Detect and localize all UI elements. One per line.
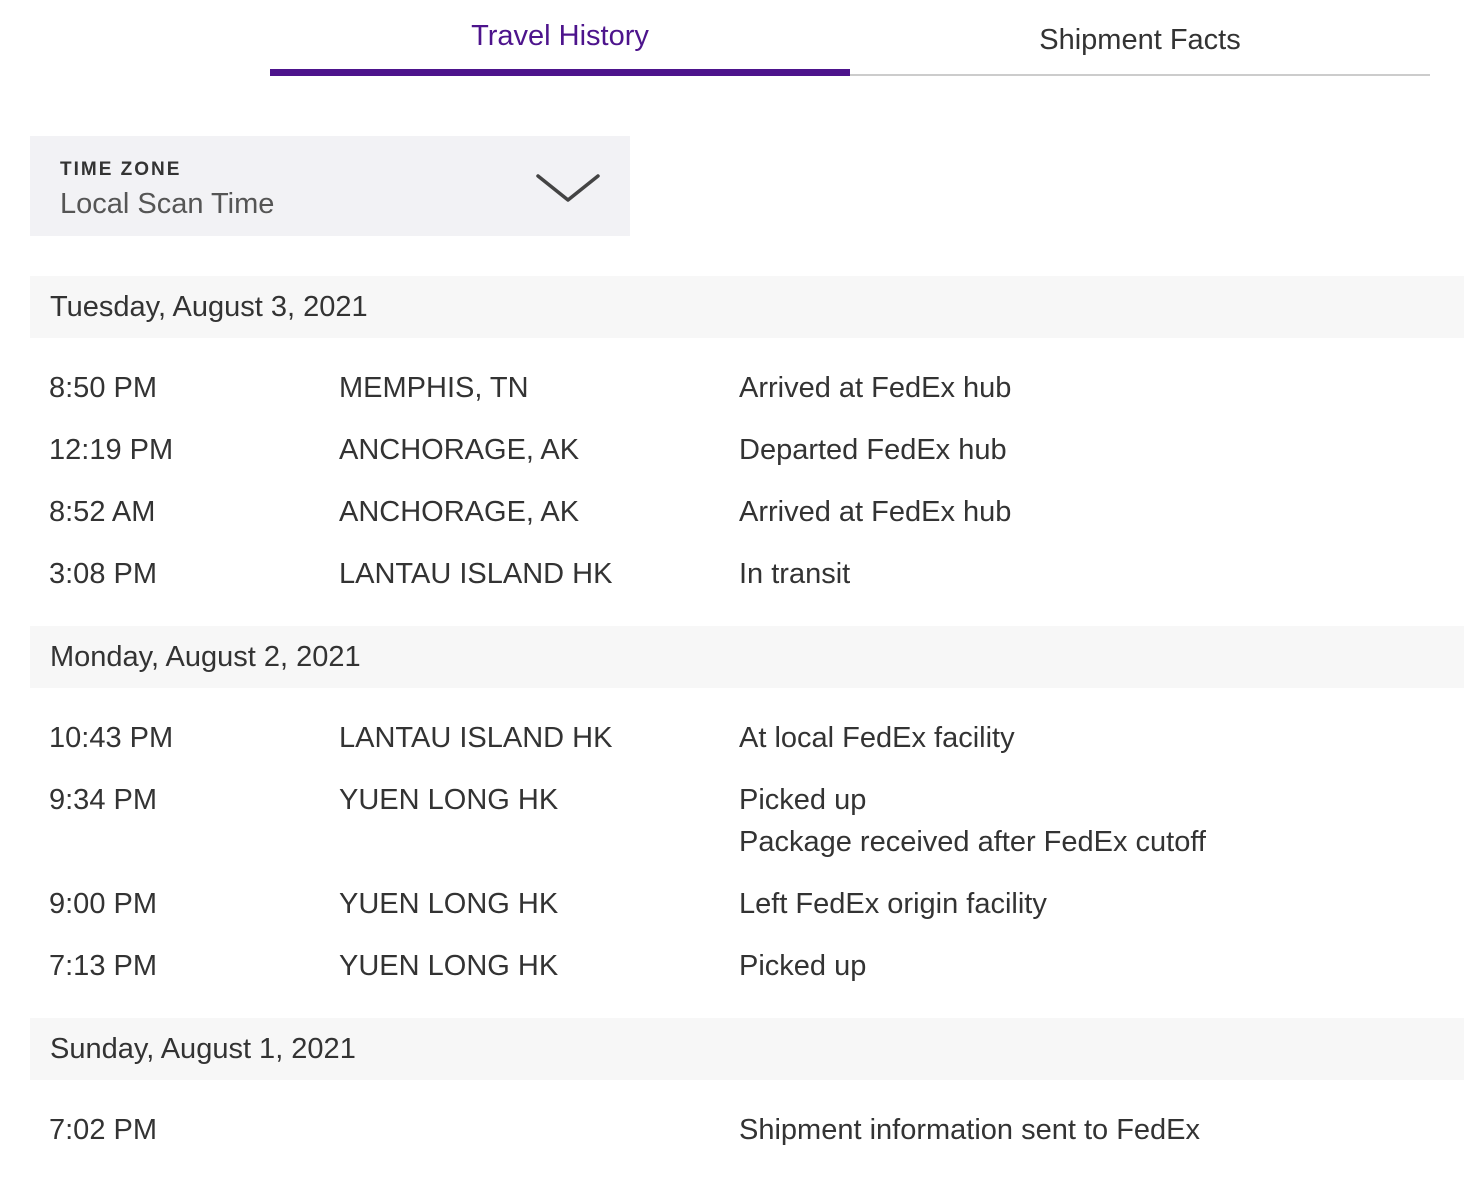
event-time: 9:34 PM — [49, 784, 157, 816]
event-status: Arrived at FedEx hub — [739, 491, 1011, 533]
tab-label: Travel History — [471, 20, 649, 52]
date-header: Tuesday, August 3, 2021 — [30, 276, 1464, 338]
event-location: YUEN LONG HK — [339, 888, 559, 920]
status-line: In transit — [739, 558, 851, 590]
time-zone-value: Local Scan Time — [60, 188, 275, 220]
status-line: Left FedEx origin facility — [739, 888, 1047, 920]
event-status: Picked up Package received after FedEx c… — [739, 779, 1206, 863]
event-time: 3:08 PM — [49, 558, 157, 590]
date-header: Monday, August 2, 2021 — [30, 626, 1464, 688]
chevron-down-icon[interactable] — [535, 172, 601, 206]
event-time: 10:43 PM — [49, 722, 174, 754]
tab-bar: Travel History Shipment Facts — [270, 0, 1430, 76]
event-time: 12:19 PM — [49, 434, 174, 466]
event-time: 8:50 PM — [49, 372, 157, 404]
status-line: Arrived at FedEx hub — [739, 372, 1012, 404]
tab-travel-history[interactable]: Travel History — [270, 0, 850, 76]
event-time: 9:00 PM — [49, 888, 157, 920]
status-line: Arrived at FedEx hub — [739, 496, 1012, 528]
status-line: Shipment information sent to FedEx — [739, 1114, 1201, 1146]
event-status: At local FedEx facility — [739, 717, 1015, 759]
status-line: Departed FedEx hub — [739, 434, 1007, 466]
status-line: Picked up — [739, 950, 867, 982]
status-line: At local FedEx facility — [739, 722, 1015, 754]
tab-shipment-facts[interactable]: Shipment Facts — [850, 0, 1430, 76]
status-line: Picked up — [739, 784, 867, 816]
event-status: Arrived at FedEx hub — [739, 367, 1011, 409]
event-location: YUEN LONG HK — [339, 784, 559, 816]
date-label: Sunday, August 1, 2021 — [50, 1032, 356, 1065]
event-status: Shipment information sent to FedEx — [739, 1109, 1200, 1151]
tab-label: Shipment Facts — [1039, 24, 1241, 56]
date-label: Monday, August 2, 2021 — [50, 640, 361, 673]
date-label: Tuesday, August 3, 2021 — [50, 290, 368, 323]
event-status: Left FedEx origin facility — [739, 883, 1047, 925]
time-zone-label: TIME ZONE — [60, 159, 182, 180]
status-detail-line: Package received after FedEx cutoff — [739, 826, 1206, 858]
time-zone-select[interactable]: TIME ZONE Local Scan Time — [30, 136, 630, 236]
travel-history-page: Travel History Shipment Facts TIME ZONE … — [0, 0, 1464, 1178]
event-status: In transit — [739, 553, 850, 595]
event-location: LANTAU ISLAND HK — [339, 558, 613, 590]
event-time: 7:13 PM — [49, 950, 157, 982]
date-header: Sunday, August 1, 2021 — [30, 1018, 1464, 1080]
event-time: 8:52 AM — [49, 496, 156, 528]
event-location: MEMPHIS, TN — [339, 372, 529, 404]
event-location: ANCHORAGE, AK — [339, 496, 580, 528]
event-time: 7:02 PM — [49, 1114, 157, 1146]
event-location: YUEN LONG HK — [339, 950, 559, 982]
event-status: Departed FedEx hub — [739, 429, 1007, 471]
event-location: LANTAU ISLAND HK — [339, 722, 613, 754]
event-status: Picked up — [739, 945, 866, 987]
event-location: ANCHORAGE, AK — [339, 434, 580, 466]
